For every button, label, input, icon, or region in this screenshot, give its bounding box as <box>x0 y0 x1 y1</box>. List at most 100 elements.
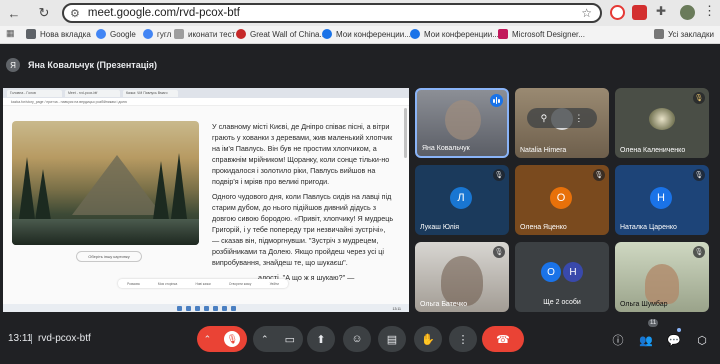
participant-tile[interactable]: Л 🎙 Лукаш Юлія <box>415 165 509 235</box>
participant-avatar: Н <box>650 187 672 209</box>
captions-button[interactable]: ▤ <box>378 326 406 352</box>
bookmark-icon <box>410 29 420 39</box>
activities-icon[interactable]: ⬡ <box>694 332 710 348</box>
more-options-icon[interactable]: ⋮ <box>574 113 583 124</box>
raise-hand-icon: ✋ <box>421 333 435 346</box>
end-call-icon: ☎ <box>496 333 510 346</box>
presenter-banner: Я Яна Ковальчук (Презентація) <box>6 58 157 72</box>
shared-toolbar-item: Увійти <box>269 281 279 286</box>
shared-url: kazka.for/story_page / притча - навчуся … <box>3 98 409 106</box>
bookmark-icon <box>26 29 36 39</box>
profile-avatar[interactable] <box>680 5 695 20</box>
participant-name: Яна Ковальчук <box>422 145 470 152</box>
bookmark-gugl[interactable]: гугл <box>143 29 171 39</box>
participant-tile[interactable]: Н 🎙 Наталка Царенко <box>615 165 709 235</box>
leave-call-button[interactable]: ☎ <box>482 326 524 352</box>
muted-mic-icon: 🎙 <box>493 169 505 181</box>
bookmark-conferences-1[interactable]: Мои конференции... <box>322 29 411 39</box>
participant-name: Олена Калениченко <box>620 147 686 154</box>
choose-image-button: Оберіть іншу картинку <box>76 251 142 262</box>
bookmark-star-icon[interactable]: ☆ <box>581 6 592 20</box>
muted-mic-icon: 🎙 <box>693 169 705 181</box>
shared-bottom-toolbar: Розмова Моя сторінка Нові казки Створити… <box>118 279 288 288</box>
bookmark-icon <box>174 29 184 39</box>
participant-avatar: Н <box>563 262 583 282</box>
google-icon <box>143 29 153 39</box>
participant-avatar: О <box>550 187 572 209</box>
participant-name: Natalia Himera <box>520 147 567 154</box>
more-participants-label: Ще 2 особи <box>543 299 581 306</box>
record-extension-icon[interactable] <box>632 5 647 20</box>
shared-toolbar-item: Розмова <box>127 281 140 286</box>
participant-tile[interactable]: ⚲ ⋮ Natalia Himera <box>515 88 609 158</box>
meet-stage: Я Яна Ковальчук (Презентація) Головна - … <box>0 44 720 364</box>
more-participants-tile[interactable]: О Н Ще 2 особи <box>515 242 609 312</box>
audio-options-chevron-icon[interactable]: ⌃ <box>204 334 212 345</box>
muted-mic-icon: 🎙 <box>693 92 705 104</box>
chat-icon[interactable]: 💬 <box>666 332 682 348</box>
reactions-button[interactable]: ☺ <box>343 326 371 352</box>
shared-tabs: Головна - Голов Meet - rvd-pcox-btf Казк… <box>3 88 409 98</box>
site-settings-icon[interactable]: ⚙ <box>70 7 80 20</box>
bookmarks-bar: ▦ Нова вкладка Google гугл иконати тест … <box>0 26 720 44</box>
meeting-code: rvd-pcox-btf <box>38 333 91 344</box>
speaking-indicator-icon <box>490 94 503 107</box>
presenter-title: Яна Ковальчук (Презентація) <box>28 60 157 70</box>
folder-icon <box>653 29 664 39</box>
bookmark-ms-designer[interactable]: Microsoft Designer... <box>498 29 585 39</box>
participant-tile[interactable]: Яна Ковальчук <box>415 88 509 158</box>
participant-name: Олена Яценко <box>520 224 567 231</box>
participant-avatar: О <box>541 262 561 282</box>
more-options-button[interactable]: ⋮ <box>449 326 477 352</box>
participant-tile[interactable]: О 🎙 Олена Яценко <box>515 165 609 235</box>
camera-toggle-group[interactable]: ⌃ ▭ <box>253 326 303 352</box>
bookmark-new-tab[interactable]: Нова вкладка <box>26 29 91 39</box>
extension-icon[interactable] <box>610 5 625 20</box>
participant-name: Лукаш Юлія <box>420 224 460 231</box>
bookmark-icon <box>322 29 332 39</box>
extensions-puzzle-icon[interactable]: ✚ <box>656 4 671 19</box>
mic-toggle-group[interactable]: ⌃ 🎙 <box>197 326 247 352</box>
participant-avatar: Л <box>450 187 472 209</box>
back-icon[interactable]: ← <box>4 3 24 23</box>
participant-count-badge: 11 <box>648 319 659 327</box>
story-paragraph: Одного чудового дня, коли Павлусь сидів … <box>212 192 394 267</box>
url-text: meet.google.com/rvd-pcox-btf <box>87 7 240 19</box>
bookmark-test[interactable]: иконати тест <box>174 29 235 39</box>
browser-menu-icon[interactable]: ⋮ <box>703 3 718 18</box>
shared-taskbar-time: 13:11 <box>392 307 402 311</box>
muted-mic-icon: 🎙 <box>693 246 705 258</box>
captions-icon: ▤ <box>386 333 398 346</box>
story-text: У славному місті Києві, де Дніпро співає… <box>212 121 394 287</box>
camera-icon[interactable]: ▭ <box>285 333 295 346</box>
shared-tab: Головна - Голов <box>7 89 62 97</box>
participant-tile[interactable]: 🎙 Ольга Батечко <box>415 242 509 312</box>
mic-off-icon[interactable]: 🎙 <box>224 331 241 347</box>
video-options-chevron-icon[interactable]: ⌃ <box>261 334 269 345</box>
bookmark-google[interactable]: Google <box>96 29 136 39</box>
address-bar[interactable]: ⚙ meet.google.com/rvd-pcox-btf ☆ <box>62 3 602 23</box>
participant-tile[interactable]: 🎙 Ольга Шумбар <box>615 242 709 312</box>
present-screen-icon: ⬆ <box>316 333 326 346</box>
people-icon[interactable]: 👥 <box>638 332 654 348</box>
meeting-details-icon[interactable]: ⓘ <box>610 332 626 348</box>
all-bookmarks[interactable]: Усі закладки <box>653 29 714 39</box>
meeting-controls-bar: 13:11 rvd-pcox-btf ⌃ 🎙 ⌃ ▭ ⬆ ☺ ▤ ✋ ⋮ ☎ ⓘ… <box>0 319 720 364</box>
pin-icon[interactable]: ⚲ <box>541 113 548 124</box>
participant-name: Ольга Батечко <box>420 301 468 308</box>
shared-tab: Meet - rvd-pcox-btf <box>65 89 120 97</box>
shared-screen: Головна - Голов Meet - rvd-pcox-btf Казк… <box>3 88 409 312</box>
apps-grid-icon[interactable]: ▦ <box>6 28 15 39</box>
shared-scrollbar <box>404 108 407 158</box>
story-illustration <box>12 121 199 245</box>
chat-unread-dot <box>677 328 681 332</box>
bookmark-great-wall[interactable]: Great Wall of China... <box>236 29 326 39</box>
raise-hand-button[interactable]: ✋ <box>414 326 442 352</box>
browser-toolbar: ← ↻ ⚙ meet.google.com/rvd-pcox-btf ☆ ✚ ⋮ <box>0 0 720 26</box>
emoji-icon: ☺ <box>351 333 363 345</box>
present-button[interactable]: ⬆ <box>307 326 335 352</box>
participant-tile[interactable]: 🎙 Олена Калениченко <box>615 88 709 158</box>
reload-icon[interactable]: ↻ <box>34 3 54 23</box>
more-vert-icon: ⋮ <box>457 333 469 346</box>
bookmark-conferences-2[interactable]: Мои конференции... <box>410 29 499 39</box>
